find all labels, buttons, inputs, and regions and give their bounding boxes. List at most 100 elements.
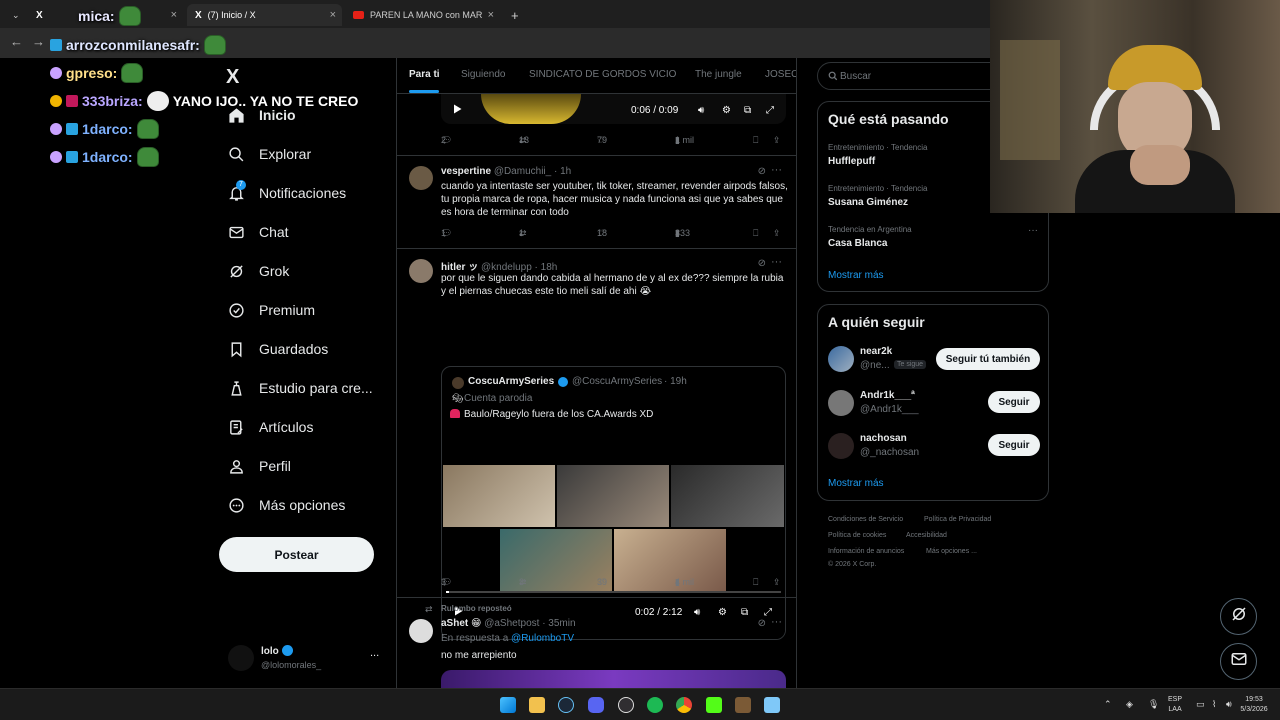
sidebar-item-mas-opciones[interactable]: Más opciones: [227, 496, 345, 514]
language-indicator[interactable]: ESP LAA: [1168, 695, 1182, 715]
share-icon[interactable]: ⇪: [773, 135, 781, 146]
grok-icon[interactable]: ⊘: [758, 166, 766, 177]
tab-siguiendo[interactable]: Siguiendo: [461, 69, 505, 80]
notepad-icon[interactable]: [764, 697, 780, 713]
like-button[interactable]: ♡ 79: [597, 135, 607, 145]
tweet-author-name[interactable]: aShet 😁: [441, 618, 481, 629]
trend-name[interactable]: Casa Blanca: [828, 238, 887, 249]
tweet-media[interactable]: [441, 670, 786, 688]
reply-button[interactable]: 💬︎ 3: [441, 577, 452, 587]
sidebar-item-estudio[interactable]: Estudio para cre...: [227, 379, 373, 397]
avatar[interactable]: [828, 433, 854, 459]
fullscreen-icon[interactable]: ⤢: [766, 105, 774, 116]
sidebar-item-perfil[interactable]: Perfil: [227, 457, 291, 475]
quoted-author-handle[interactable]: @CoscuArmySeries: [572, 376, 662, 387]
views-button[interactable]: ▮ 4 mil: [675, 577, 694, 587]
browser-tab-inicio[interactable]: X (7) Inicio / X ×: [187, 4, 342, 26]
close-tab-icon[interactable]: ×: [171, 9, 177, 21]
sidebar-item-premium[interactable]: Premium: [227, 301, 315, 319]
close-tab-icon[interactable]: ×: [488, 9, 494, 21]
footer-link[interactable]: Condiciones de Servicio: [828, 516, 903, 523]
grok-icon[interactable]: ⊘: [758, 618, 766, 629]
post-button[interactable]: Postear: [219, 537, 374, 572]
video-progress[interactable]: [446, 591, 781, 593]
repost-button[interactable]: ⇄ 13: [519, 135, 529, 145]
follow-button[interactable]: Seguir tú también: [936, 348, 1040, 370]
bookmark-icon[interactable]: ⎕: [753, 135, 758, 146]
tab-the-jungle[interactable]: The jungle: [695, 69, 742, 80]
show-more-follow[interactable]: Mostrar más: [828, 478, 884, 489]
spotify-icon[interactable]: [647, 697, 663, 713]
volume-icon[interactable]: 🔊︎: [694, 607, 700, 618]
follow-name[interactable]: nachosan: [860, 433, 907, 444]
display-icon[interactable]: ▭: [1196, 699, 1205, 709]
footer-link[interactable]: Accesibilidad: [906, 532, 947, 539]
sidebar-item-explorar[interactable]: Explorar: [227, 145, 311, 163]
steam-icon[interactable]: [558, 697, 574, 713]
tab-list-button[interactable]: ⌄: [4, 4, 24, 26]
sidebar-item-grok[interactable]: Grok: [227, 262, 289, 280]
footer-link[interactable]: Información de anuncios: [828, 548, 904, 555]
share-icon[interactable]: ⇪: [773, 228, 781, 239]
windows-start-icon[interactable]: [500, 697, 516, 713]
sidebar-item-chat[interactable]: Chat: [227, 223, 289, 241]
back-arrow-icon[interactable]: ←: [10, 34, 23, 49]
reposted-by[interactable]: Rulombo reposteó: [441, 604, 512, 613]
close-tab-icon[interactable]: ×: [330, 9, 336, 21]
show-more-trends[interactable]: Mostrar más: [828, 270, 884, 281]
avatar[interactable]: [828, 346, 854, 372]
wifi-icon[interactable]: ⌇: [1212, 699, 1216, 709]
views-button[interactable]: ▮ 1 mil: [675, 135, 694, 145]
tab-joseo[interactable]: JOSEO: [765, 69, 796, 80]
chevron-up-icon[interactable]: ⌃: [1104, 699, 1112, 709]
reply-button[interactable]: 💬︎ 1: [441, 228, 452, 238]
tweet-time[interactable]: · 35min: [542, 618, 575, 629]
tweet-author-handle[interactable]: @aShetpost: [484, 618, 539, 629]
avatar[interactable]: [409, 166, 433, 190]
x-logo[interactable]: X: [226, 66, 239, 89]
volume-icon[interactable]: 🔊︎: [1226, 699, 1232, 709]
microphone-icon[interactable]: 🎙︎: [1148, 699, 1159, 709]
new-tab-button[interactable]: +: [503, 4, 523, 26]
obs-icon[interactable]: [618, 697, 634, 713]
grok-icon[interactable]: ⊘: [758, 258, 766, 269]
footer-link[interactable]: Política de Privacidad: [924, 516, 991, 523]
sidebar-item-notificaciones[interactable]: 7 Notificaciones: [227, 180, 346, 202]
share-icon[interactable]: ⇪: [773, 577, 781, 588]
bookmark-icon[interactable]: ⎕: [753, 228, 758, 239]
browser-tab-youtube[interactable]: PAREN LA MANO con MAR ×: [345, 4, 500, 26]
sidebar-item-articulos[interactable]: Artículos: [227, 418, 313, 436]
follow-name[interactable]: Andr1k___ª: [860, 390, 915, 401]
trend-name[interactable]: Susana Giménez: [828, 197, 908, 208]
forward-arrow-icon[interactable]: →: [32, 34, 45, 49]
tab-sindicato[interactable]: SINDICATO DE GORDOS VICIO: [529, 69, 676, 80]
avatar[interactable]: [828, 390, 854, 416]
tweet-time[interactable]: · 1h: [554, 166, 571, 177]
footer-link[interactable]: Más opciones ...: [926, 548, 977, 555]
views-button[interactable]: ▮ 333: [675, 228, 690, 238]
sidebar-item-guardados[interactable]: Guardados: [227, 340, 328, 358]
grok-float-button[interactable]: [1220, 598, 1257, 635]
play-icon[interactable]: [451, 103, 463, 118]
discord-icon[interactable]: [588, 697, 604, 713]
quoted-author-name[interactable]: CoscuArmySeries: [468, 376, 554, 387]
reply-button[interactable]: 💬︎ 2: [441, 135, 452, 145]
timeline[interactable]: Para ti Siguiendo SINDICATO DE GORDOS VI…: [396, 58, 797, 688]
volume-icon[interactable]: 🔊︎: [698, 105, 704, 116]
avatar[interactable]: [409, 619, 433, 643]
settings-gear-icon[interactable]: ⚙︎: [722, 105, 731, 116]
settings-gear-icon[interactable]: ⚙︎: [718, 607, 727, 618]
avatar[interactable]: [409, 259, 433, 283]
trend-more-icon[interactable]: ···: [1028, 225, 1038, 236]
follow-button[interactable]: Seguir: [988, 434, 1040, 456]
like-button[interactable]: ♡ 39: [597, 577, 607, 587]
repost-button[interactable]: ⇄ 1: [519, 228, 527, 238]
follow-name[interactable]: near2k: [860, 346, 892, 357]
repost-button[interactable]: ⇄ 3: [519, 577, 527, 587]
minecraft-icon[interactable]: [735, 697, 751, 713]
trend-name[interactable]: Hufflepuff: [828, 156, 875, 167]
pip-icon[interactable]: ⧉: [744, 105, 751, 116]
chrome-icon[interactable]: [676, 697, 692, 713]
like-button[interactable]: ♡ 18: [597, 228, 607, 238]
bookmark-icon[interactable]: ⎕: [753, 577, 758, 588]
